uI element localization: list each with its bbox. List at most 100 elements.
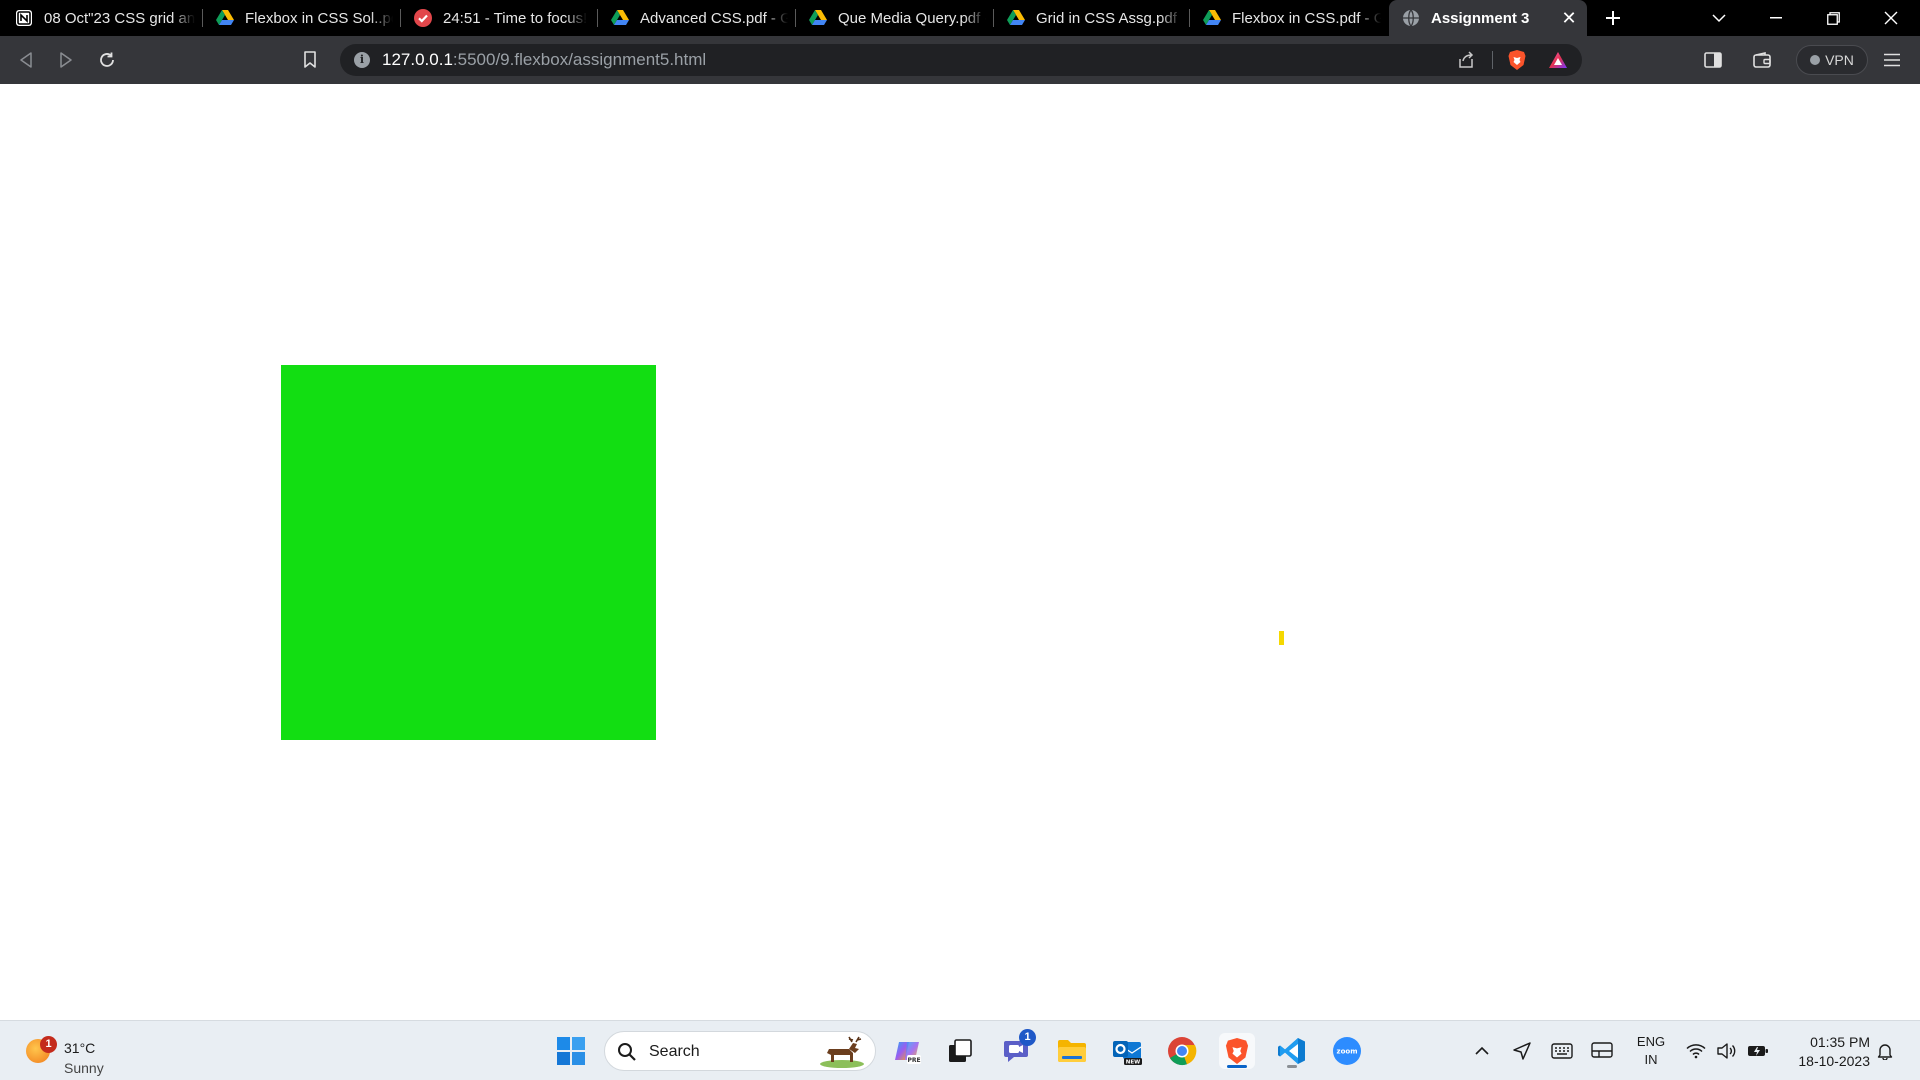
tab-grid-assg-pdf[interactable]: Grid in CSS Assg.pdf - G	[994, 0, 1190, 36]
address-bar[interactable]: 127.0.0.1:5500/9.flexbox/assignment5.htm…	[340, 44, 1582, 76]
globe-icon	[1401, 8, 1421, 28]
location-tray-button[interactable]	[1508, 1037, 1536, 1065]
restore-button[interactable]	[1810, 0, 1856, 36]
running-app-indicator	[1287, 1065, 1297, 1068]
main-menu-button[interactable]	[1878, 46, 1906, 74]
wifi-tray-button[interactable]	[1682, 1037, 1710, 1065]
tab-title: 08 Oct"23 CSS grid and	[44, 9, 195, 27]
keyboard-icon	[1551, 1043, 1573, 1059]
close-tab-icon[interactable]: ✕	[1559, 8, 1579, 28]
wallet-button[interactable]	[1748, 46, 1776, 74]
display-tray-button[interactable]	[1588, 1037, 1616, 1065]
tab-flexbox-pdf[interactable]: Flexbox in CSS.pdf - Go	[1190, 0, 1389, 36]
tab-search-button[interactable]	[1696, 0, 1742, 36]
location-arrow-icon	[1513, 1042, 1531, 1060]
weather-temperature: 31°C	[64, 1040, 96, 1056]
forward-arrow-icon	[60, 52, 72, 68]
touch-keyboard-button[interactable]	[1548, 1037, 1576, 1065]
rewards-triangle-icon	[1549, 52, 1567, 68]
close-icon	[1884, 11, 1898, 25]
timer-check-icon	[413, 8, 433, 28]
vscode-button[interactable]	[1274, 1033, 1310, 1069]
url-text[interactable]: 127.0.0.1:5500/9.flexbox/assignment5.htm…	[382, 50, 706, 70]
wifi-icon	[1686, 1044, 1706, 1059]
search-highlight-moose-icon	[817, 1035, 867, 1074]
battery-tray-button[interactable]	[1744, 1037, 1772, 1065]
reload-button[interactable]	[93, 46, 121, 74]
start-button[interactable]	[553, 1033, 589, 1069]
vscode-icon	[1278, 1038, 1305, 1064]
language-code: ENG	[1636, 1034, 1666, 1049]
tab-advanced-css-pdf[interactable]: Advanced CSS.pdf - Go	[598, 0, 796, 36]
reload-icon	[100, 52, 114, 67]
tab-focus-timer[interactable]: 24:51 - Time to focus!	[401, 0, 598, 36]
task-view-button[interactable]	[942, 1033, 978, 1069]
forward-button[interactable]	[52, 46, 80, 74]
tab-title: 24:51 - Time to focus!	[443, 9, 588, 27]
drive-icon	[1006, 8, 1026, 28]
minimize-icon	[1770, 17, 1782, 19]
display-icon	[1591, 1042, 1613, 1058]
tab-title: Flexbox in CSS Sol..pdf	[245, 9, 393, 27]
region-code: IN	[1644, 1052, 1658, 1067]
windows-logo-icon	[557, 1037, 585, 1065]
tab-css-grid-notes[interactable]: 08 Oct"23 CSS grid and	[2, 0, 203, 36]
zoom-icon: zoom	[1333, 1037, 1361, 1065]
brave-rewards-button[interactable]	[1544, 46, 1572, 74]
tab-title: Flexbox in CSS.pdf - Go	[1232, 9, 1381, 27]
input-language-indicator[interactable]: ENG IN	[1636, 1033, 1666, 1069]
restore-icon	[1826, 11, 1840, 25]
windows-taskbar: 1 31°C Sunny Search PRE 1 NEW zoom ENG I…	[0, 1020, 1920, 1080]
file-explorer-button[interactable]	[1054, 1033, 1090, 1069]
copilot-button[interactable]: PRE	[890, 1033, 926, 1069]
weather-condition: Sunny	[64, 1060, 104, 1076]
tab-title: Assignment 3	[1431, 9, 1530, 27]
tab-assignment-3[interactable]: Assignment 3 ✕	[1389, 0, 1587, 36]
url-host: 127.0.0.1	[382, 50, 453, 69]
svg-text:zoom: zoom	[1337, 1048, 1358, 1056]
hamburger-menu-icon	[1884, 53, 1900, 67]
weather-widget[interactable]: 1 31°C Sunny	[24, 1029, 134, 1076]
weather-notification-badge: 1	[40, 1036, 57, 1053]
back-button[interactable]	[12, 46, 40, 74]
brave-browser-button[interactable]	[1219, 1033, 1255, 1069]
teams-chat-button[interactable]: 1	[998, 1029, 1036, 1069]
close-window-button[interactable]	[1868, 0, 1914, 36]
brave-shields-button[interactable]	[1503, 46, 1531, 74]
tab-title: Que Media Query.pdf -	[838, 9, 986, 27]
notifications-button[interactable]	[1871, 1037, 1899, 1065]
drive-icon	[808, 8, 828, 28]
zoom-button[interactable]: zoom	[1329, 1033, 1365, 1069]
show-hidden-icons-button[interactable]	[1468, 1037, 1496, 1065]
yellow-mark	[1279, 631, 1284, 645]
site-info-icon[interactable]	[354, 52, 370, 68]
outlook-button[interactable]: NEW	[1109, 1033, 1145, 1069]
taskbar-search[interactable]: Search	[604, 1031, 876, 1071]
svg-text:PRE: PRE	[907, 1057, 920, 1064]
chrome-button[interactable]	[1164, 1033, 1200, 1069]
share-icon	[1459, 51, 1474, 68]
green-square-box	[281, 365, 656, 740]
search-icon	[617, 1042, 637, 1067]
vpn-button[interactable]: VPN	[1796, 45, 1868, 75]
chevron-down-icon	[1712, 14, 1726, 23]
new-tab-button[interactable]	[1590, 0, 1636, 36]
tab-media-query-pdf[interactable]: Que Media Query.pdf -	[796, 0, 994, 36]
chevron-up-icon	[1475, 1046, 1489, 1055]
volume-tray-button[interactable]	[1713, 1037, 1741, 1065]
drive-icon	[610, 8, 630, 28]
brave-lion-icon	[1225, 1038, 1249, 1064]
minimize-button[interactable]	[1753, 0, 1799, 36]
share-button[interactable]	[1452, 46, 1480, 74]
chat-notification-badge: 1	[1019, 1029, 1036, 1046]
tab-flexbox-sol-pdf[interactable]: Flexbox in CSS Sol..pdf	[203, 0, 401, 36]
bell-icon	[1877, 1044, 1893, 1060]
sidebar-icon	[1704, 52, 1722, 68]
divider	[1492, 51, 1493, 69]
system-clock[interactable]: 01:35 PM 18-10-2023	[1782, 1033, 1870, 1071]
tab-title: Grid in CSS Assg.pdf - G	[1036, 9, 1182, 27]
page-viewport	[0, 84, 1920, 1020]
sidebar-toggle-button[interactable]	[1699, 46, 1727, 74]
outlook-icon: NEW	[1113, 1041, 1142, 1066]
bookmark-button[interactable]	[296, 46, 324, 74]
